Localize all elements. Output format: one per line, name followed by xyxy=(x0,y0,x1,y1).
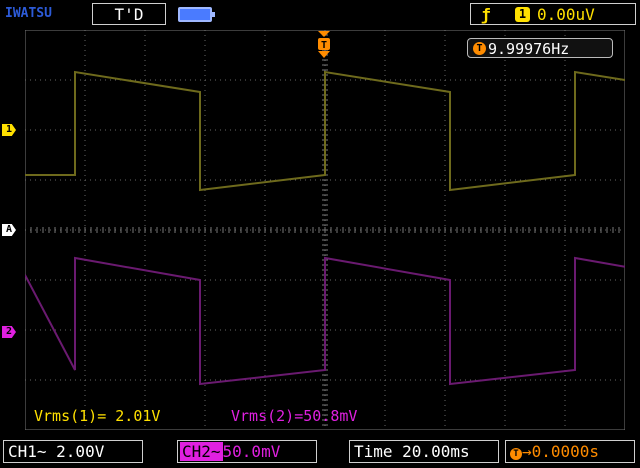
trigger-mode-indicator[interactable]: T'D xyxy=(92,3,166,25)
trigger-status-panel[interactable]: ƒ 1 0.00uV xyxy=(470,3,636,25)
rising-edge-icon: ƒ xyxy=(481,5,491,24)
ch2-scale-setting[interactable]: CH2∼ 50.0mV xyxy=(177,440,317,463)
trigger-level-value: 0.00uV xyxy=(537,5,595,24)
trigger-delay-setting[interactable]: T →0.0000s xyxy=(505,440,635,463)
trigger-marker-label: T xyxy=(321,40,327,51)
ch2-vrms-measurement: Vrms(2)=50.8mV xyxy=(231,407,358,425)
timebase-setting[interactable]: Time 20.00ms xyxy=(349,440,499,463)
ch1-scale-setting[interactable]: CH1∼ 2.00V xyxy=(3,440,143,463)
graticule-and-traces xyxy=(24,29,626,431)
frequency-value: 9.99976Hz xyxy=(488,40,570,58)
brand-logo: IWATSU xyxy=(5,6,52,21)
ch1-ground-marker[interactable]: 1 xyxy=(2,124,16,136)
ch2-scale-value: 50.0mV xyxy=(222,442,281,461)
top-status-bar: IWATSU T'D ƒ 1 0.00uV xyxy=(0,0,640,30)
trigger-delay-value: →0.0000s xyxy=(522,442,600,461)
battery-icon xyxy=(178,7,215,22)
acquisition-marker: A xyxy=(2,224,16,236)
delay-icon: T xyxy=(510,448,522,460)
ch1-vrms-measurement: Vrms(1)= 2.01V xyxy=(34,407,161,425)
trigger-position-icon[interactable]: T xyxy=(316,31,332,61)
trigger-source-icon: T xyxy=(473,42,486,55)
ch2-ground-marker[interactable]: 2 xyxy=(2,326,16,338)
ch2-tag: CH2∼ xyxy=(180,442,223,461)
trigger-channel-badge: 1 xyxy=(515,7,530,22)
frequency-readout: T 9.99976Hz xyxy=(467,38,613,58)
waveform-display[interactable] xyxy=(24,29,626,431)
